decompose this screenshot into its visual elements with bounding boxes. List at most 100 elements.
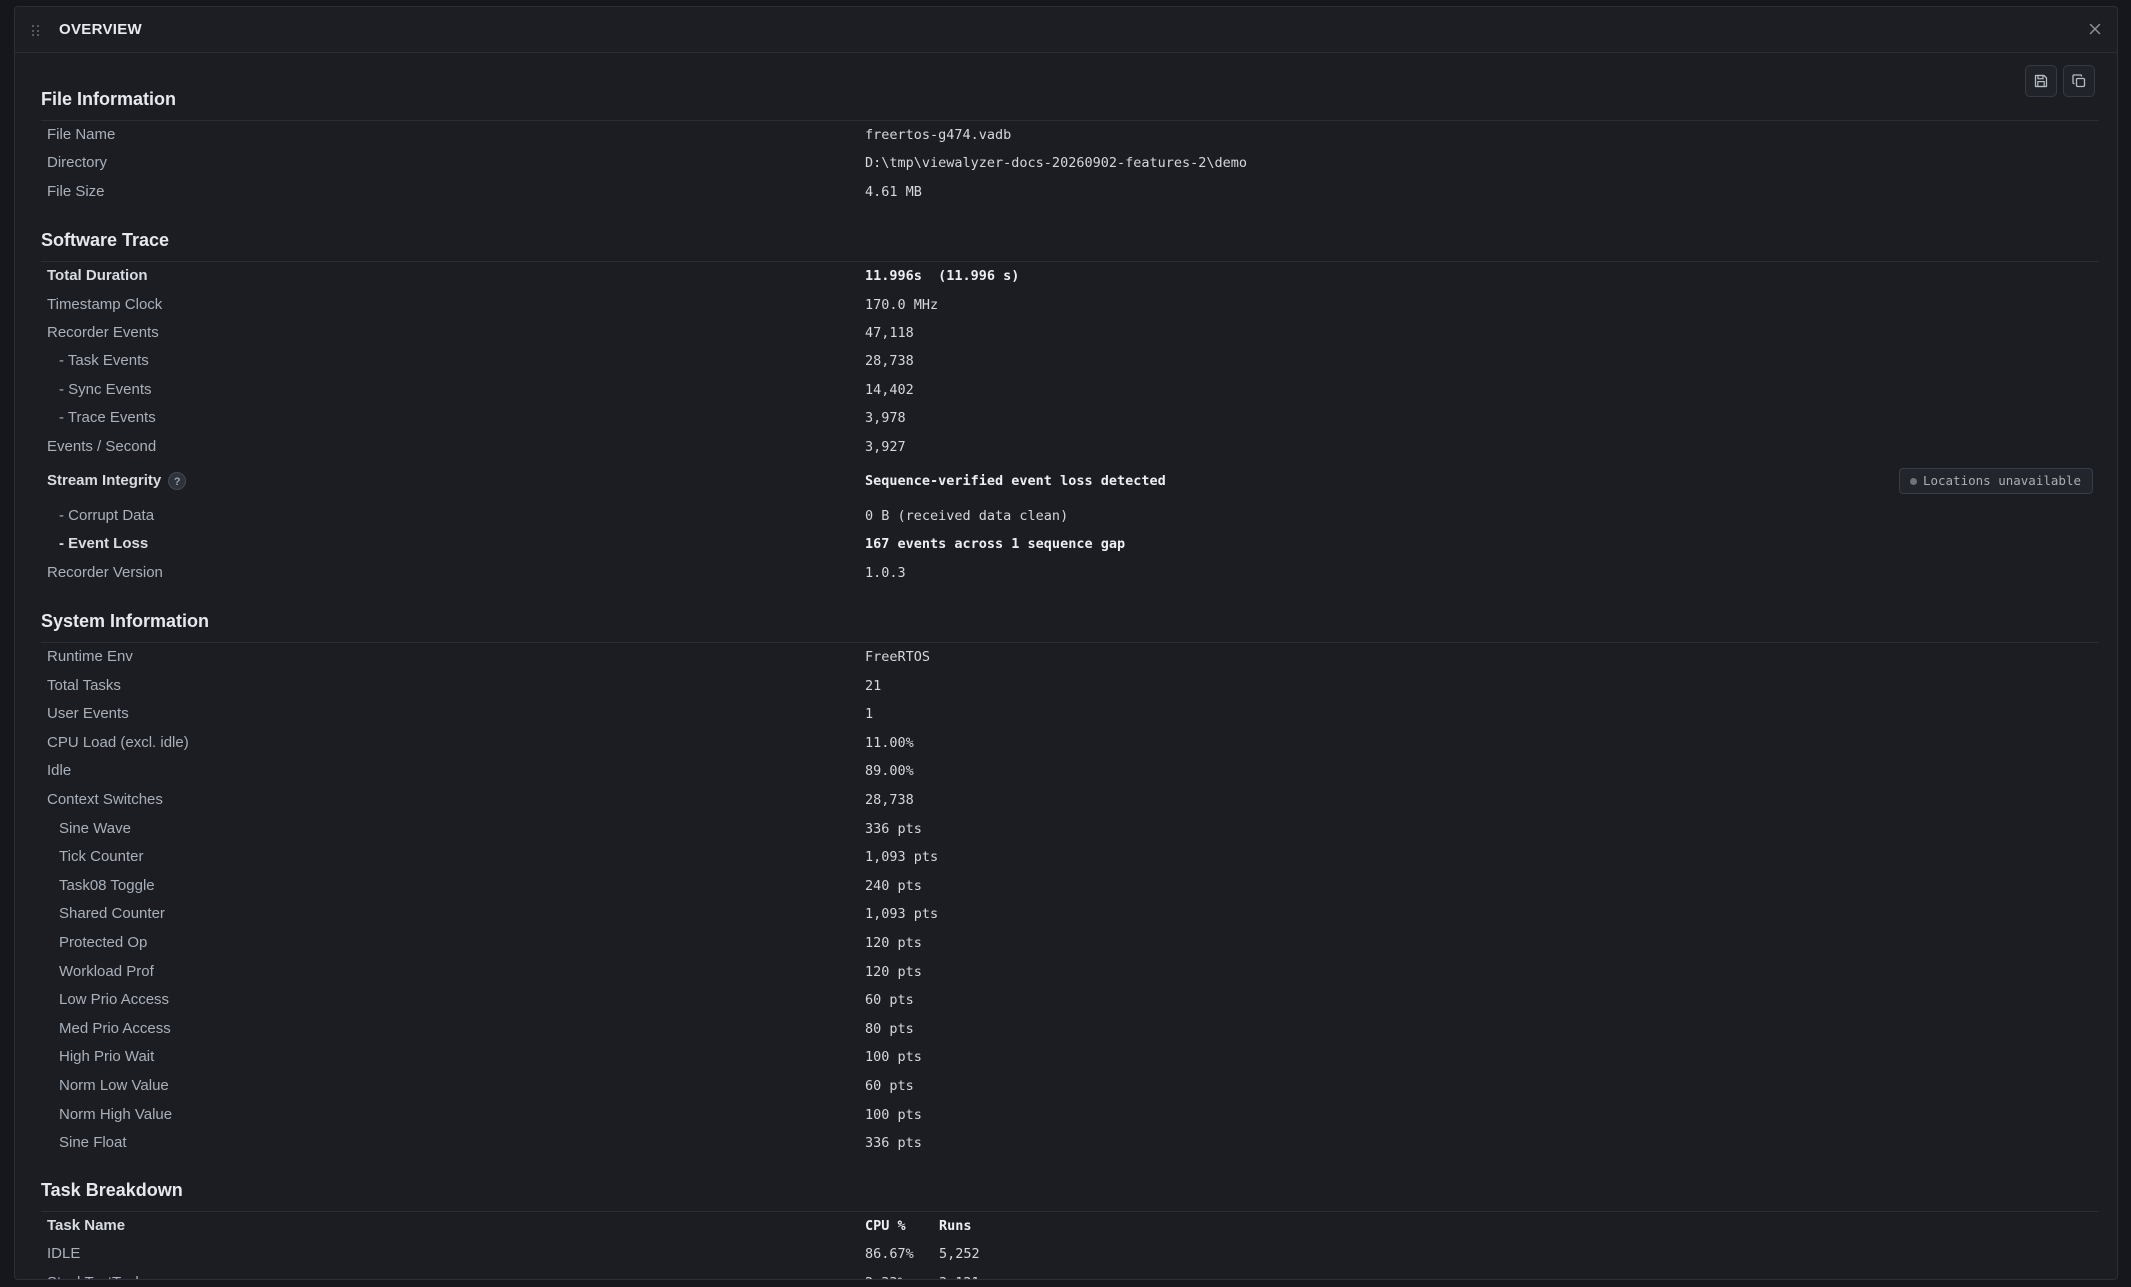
user-event-channel-row: Sine Float 336 pts: [41, 1129, 2099, 1157]
trace-value: 0 B (received data clean): [865, 508, 1069, 524]
task-cpu: 86.67%: [865, 1246, 914, 1262]
overview-panel: OVERVIEW File Information File Name free…: [14, 6, 2118, 1280]
trace-value: 11.996s (11.996 s): [865, 268, 1020, 284]
info-row-directory: Directory D:\tmp\viewalyzer-docs-2026090…: [41, 149, 2099, 177]
user-event-channel-row: Norm High Value 100 pts: [41, 1101, 2099, 1129]
trace-label: Total Duration: [47, 267, 148, 284]
trace-label: - Task Events: [59, 352, 149, 369]
column-header-runs[interactable]: Runs: [939, 1212, 972, 1240]
task-runs: 3,121: [939, 1269, 980, 1279]
user-event-channel-row: Task08 Toggle 240 pts: [41, 872, 2099, 900]
help-icon[interactable]: ?: [168, 472, 187, 491]
trace-row-recorder-version: Recorder Version 1.0.3: [41, 559, 2099, 587]
info-row-file-name: File Name freertos-g474.vadb: [41, 121, 2099, 149]
locations-status-text: Locations unavailable: [1922, 473, 2081, 488]
system-info-label: Runtime Env: [47, 648, 133, 665]
channel-label: Norm High Value: [59, 1106, 173, 1123]
channel-value: 120 pts: [865, 964, 922, 980]
trace-label: - Corrupt Data: [59, 507, 155, 524]
overview-content: File Information File Name freertos-g474…: [41, 53, 2099, 1279]
user-event-channel-row: Med Prio Access 80 pts: [41, 1015, 2099, 1043]
channel-value: 120 pts: [865, 935, 922, 951]
channel-label: Med Prio Access: [59, 1020, 171, 1037]
channel-value: 336 pts: [865, 1135, 922, 1151]
table-row[interactable]: IDLE 86.67% 5,252: [41, 1240, 2099, 1268]
locations-status-badge[interactable]: Locations unavailable: [1898, 468, 2093, 494]
trace-label: Timestamp Clock: [47, 296, 163, 313]
panel-title: OVERVIEW: [59, 21, 142, 38]
channel-value: 60 pts: [865, 1078, 914, 1094]
channel-label: Sine Wave: [59, 820, 131, 837]
task-table-header: Task Name CPU % Runs: [41, 1212, 2099, 1240]
trace-row-timestamp-clock: Timestamp Clock 170.0 MHz: [41, 291, 2099, 319]
trace-value: 47,118: [865, 325, 914, 341]
trace-value: 28,738: [865, 353, 914, 369]
close-button[interactable]: [2085, 19, 2105, 39]
info-label: Directory: [47, 154, 108, 171]
column-header-cpu[interactable]: CPU %: [865, 1212, 906, 1240]
task-runs: 5,252: [939, 1246, 980, 1262]
channel-value: 60 pts: [865, 992, 914, 1008]
info-value: freertos-g474.vadb: [865, 127, 1012, 143]
trace-row-trace-events: - Trace Events 3,978: [41, 404, 2099, 432]
info-label: File Name: [47, 126, 116, 143]
channel-value: 100 pts: [865, 1107, 922, 1123]
channel-label: Sine Float: [59, 1134, 127, 1151]
trace-label: - Event Loss: [59, 535, 149, 552]
system-info-row: CPU Load (excl. idle) 11.00%: [41, 729, 2099, 757]
drag-handle-icon[interactable]: [32, 25, 40, 37]
status-dot-icon: [1909, 478, 1917, 485]
system-info-label: Idle: [47, 762, 72, 779]
info-label: File Size: [47, 183, 105, 200]
trace-row-task-events: - Task Events 28,738: [41, 347, 2099, 375]
channel-label: Task08 Toggle: [59, 877, 155, 894]
user-event-channel-row: Tick Counter 1,093 pts: [41, 843, 2099, 871]
user-event-channel-row: Protected Op 120 pts: [41, 929, 2099, 957]
trace-value: 1.0.3: [865, 565, 906, 581]
user-event-channel-row: High Prio Wait 100 pts: [41, 1043, 2099, 1071]
channel-value: 240 pts: [865, 878, 922, 894]
trace-label: - Trace Events: [59, 409, 156, 426]
channel-label: High Prio Wait: [59, 1048, 155, 1065]
system-info-value: 1: [865, 706, 874, 722]
trace-row-corrupt-data: - Corrupt Data 0 B (received data clean): [41, 502, 2099, 530]
system-info-label: CPU Load (excl. idle): [47, 734, 189, 751]
user-event-channel-row: Workload Prof 120 pts: [41, 958, 2099, 986]
task-name: StackTestTask: [47, 1269, 143, 1279]
system-info-value: 89.00%: [865, 763, 914, 779]
trace-value: Sequence-verified event loss detected: [865, 473, 1166, 489]
channel-value: 100 pts: [865, 1049, 922, 1065]
trace-label: - Sync Events: [59, 381, 152, 398]
user-event-channel-row: Low Prio Access 60 pts: [41, 986, 2099, 1014]
panel-titlebar: OVERVIEW: [15, 7, 2117, 53]
section-title-file-information: File Information: [41, 89, 176, 109]
channel-label: Norm Low Value: [59, 1077, 169, 1094]
info-row-file-size: File Size 4.61 MB: [41, 178, 2099, 206]
trace-value: 3,927: [865, 439, 906, 455]
channel-value: 80 pts: [865, 1021, 914, 1037]
system-info-value: 21: [865, 678, 882, 694]
trace-row-events-per-second: Events / Second 3,927: [41, 433, 2099, 461]
channel-label: Tick Counter: [59, 848, 144, 865]
table-row[interactable]: StackTestTask 2.33% 3,121: [41, 1269, 2099, 1279]
trace-row-sync-events: - Sync Events 14,402: [41, 376, 2099, 404]
close-icon: [2089, 23, 2101, 35]
system-info-label: Total Tasks: [47, 677, 121, 694]
channel-label: Protected Op: [59, 934, 148, 951]
system-info-label: Context Switches: [47, 791, 163, 808]
task-cpu: 2.33%: [865, 1269, 906, 1279]
trace-row-total-duration: Total Duration 11.996s (11.996 s): [41, 262, 2099, 290]
section-title-system-information: System Information: [41, 611, 210, 631]
system-info-value: FreeRTOS: [865, 649, 931, 665]
section-title-software-trace: Software Trace: [41, 230, 170, 250]
channel-value: 1,093 pts: [865, 906, 939, 922]
trace-label: Recorder Version: [47, 564, 163, 581]
trace-row-stream-integrity: Stream Integrity? Sequence-verified even…: [41, 467, 2099, 495]
column-header-task-name[interactable]: Task Name: [47, 1212, 125, 1240]
trace-value: 167 events across 1 sequence gap: [865, 536, 1126, 552]
info-value: 4.61 MB: [865, 184, 922, 200]
system-info-row: Runtime Env FreeRTOS: [41, 643, 2099, 671]
info-value: D:\tmp\viewalyzer-docs-20260902-features…: [865, 155, 1248, 171]
section-title-task-breakdown: Task Breakdown: [41, 1180, 183, 1200]
trace-row-recorder-events: Recorder Events 47,118: [41, 319, 2099, 347]
